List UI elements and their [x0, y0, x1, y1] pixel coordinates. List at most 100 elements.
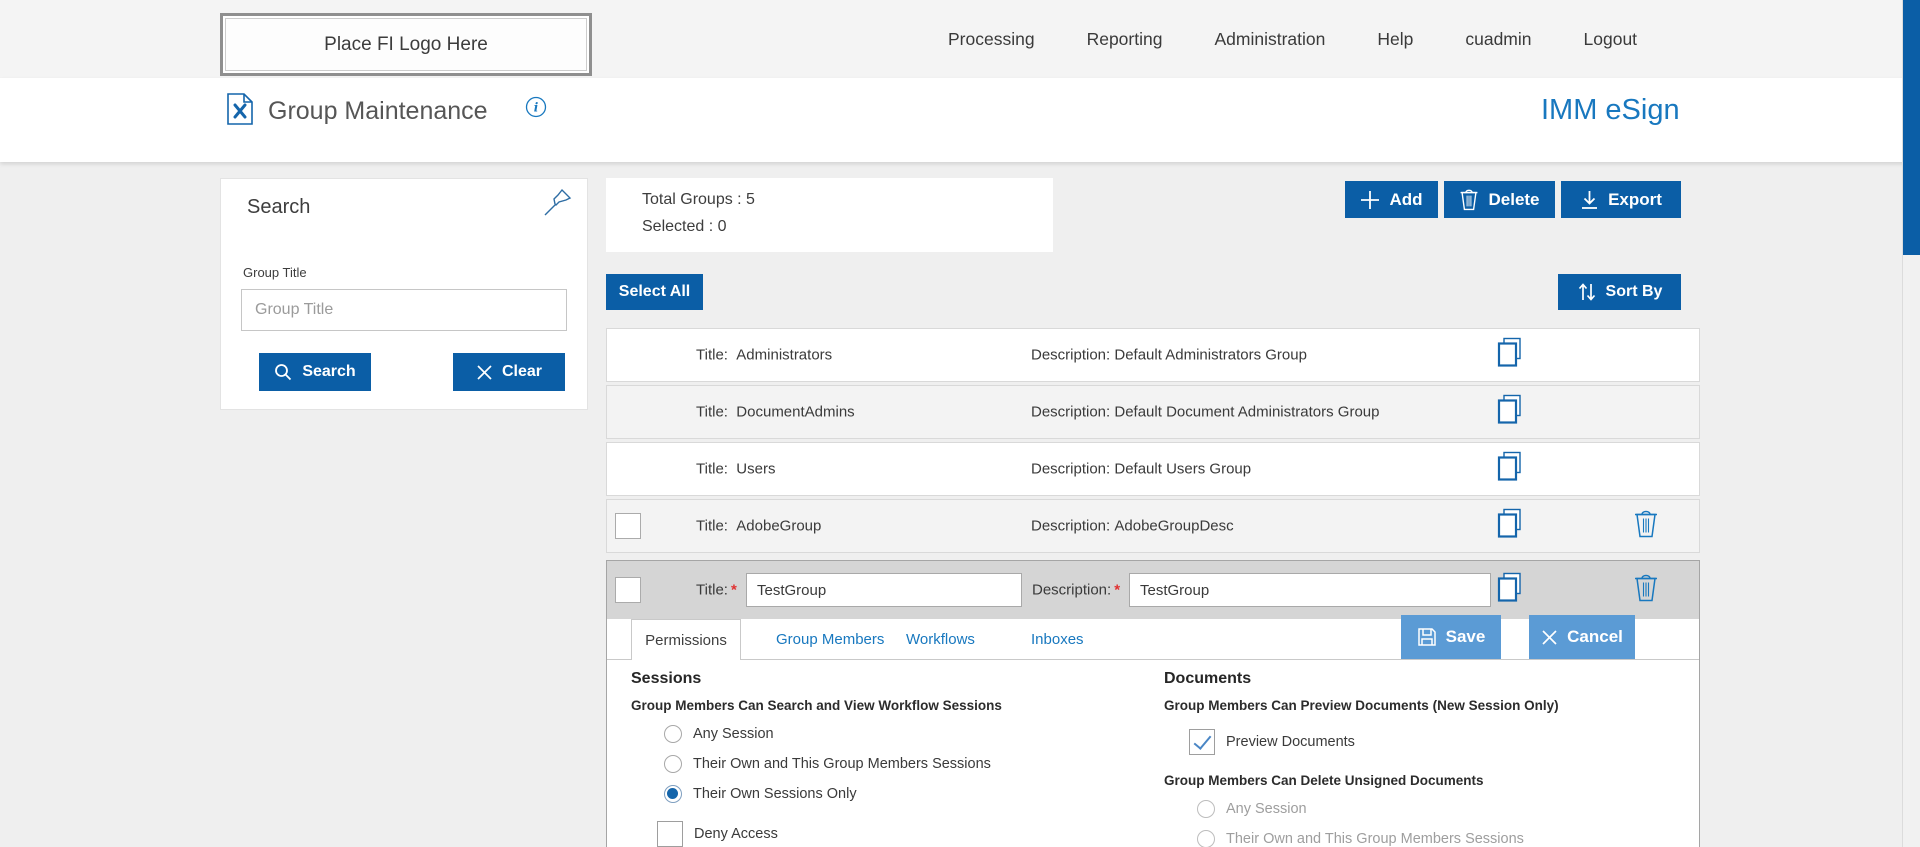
editor-description-input[interactable]	[1129, 573, 1491, 607]
radio-label: Any Session	[693, 726, 774, 742]
group-title-label: Group Title	[243, 265, 307, 280]
tab-workflows[interactable]: Workflows	[906, 619, 975, 660]
nav-reporting[interactable]: Reporting	[1087, 29, 1163, 50]
copy-group-icon[interactable]	[1495, 451, 1525, 488]
page-title: Group Maintenance	[268, 97, 488, 126]
radio-delete-any-session[interactable]	[1197, 800, 1215, 818]
scrollbar-thumb[interactable]	[1903, 0, 1920, 255]
tab-permissions[interactable]: Permissions	[631, 619, 741, 661]
close-icon	[1541, 629, 1558, 646]
row-desc-value: AdobeGroupDesc	[1114, 518, 1233, 535]
preview-documents-question: Group Members Can Preview Documents (New…	[1164, 698, 1684, 713]
selected-count: Selected : 0	[642, 218, 1053, 236]
download-icon	[1580, 190, 1599, 210]
search-icon	[274, 363, 293, 382]
row-title-value: Administrators	[736, 347, 832, 364]
brand-imm-esign: IMM eSign	[1541, 94, 1680, 127]
editor-tabstrip: Permissions Group Members Workflows Inbo…	[607, 619, 1699, 660]
save-button[interactable]: Save	[1401, 615, 1501, 659]
select-all-button[interactable]: Select All	[606, 274, 703, 310]
row-title-label: Title:	[696, 347, 728, 364]
copy-group-icon[interactable]	[1495, 337, 1525, 374]
sort-by-button[interactable]: Sort By	[1558, 274, 1681, 310]
row-title-value: DocumentAdmins	[736, 404, 854, 421]
nav-administration[interactable]: Administration	[1214, 29, 1325, 50]
row-desc-label: Description:	[1031, 518, 1110, 535]
preview-documents-label: Preview Documents	[1226, 734, 1355, 750]
preview-documents-checkbox[interactable]	[1189, 729, 1215, 755]
row-checkbox[interactable]	[615, 513, 641, 539]
radio-label: Any Session	[1226, 801, 1307, 817]
plus-icon	[1360, 190, 1380, 210]
vertical-scrollbar[interactable]	[1902, 0, 1920, 847]
add-button[interactable]: Add	[1345, 181, 1438, 218]
nav-help[interactable]: Help	[1377, 29, 1413, 50]
row-title-label: Title:	[696, 404, 728, 421]
group-row-users[interactable]: Title: Users Description: Default Users …	[606, 442, 1700, 496]
total-groups-count: Total Groups : 5	[642, 191, 1053, 209]
search-panel: Search Group Title Search Clear	[220, 178, 588, 410]
clear-button[interactable]: Clear	[453, 353, 565, 391]
export-button[interactable]: Export	[1561, 181, 1681, 218]
radio-label: Their Own and This Group Members Session…	[1226, 831, 1524, 847]
editor-title-input[interactable]	[746, 573, 1022, 607]
search-panel-title: Search	[247, 196, 310, 219]
groups-summary: Total Groups : 5 Selected : 0	[606, 178, 1053, 252]
row-desc-label: Description:	[1031, 461, 1110, 478]
info-icon[interactable]: i	[525, 96, 547, 123]
sessions-question: Group Members Can Search and View Workfl…	[631, 698, 1151, 713]
group-row-documentadmins[interactable]: Title: DocumentAdmins Description: Defau…	[606, 385, 1700, 439]
row-desc-label: Description:	[1031, 347, 1110, 364]
main-nav: Processing Reporting Administration Help…	[948, 0, 1637, 78]
radio-delete-own-and-group[interactable]	[1197, 830, 1215, 847]
fi-logo-placeholder: Place FI Logo Here	[220, 13, 592, 76]
radio-own-and-group-sessions[interactable]	[664, 755, 682, 773]
fi-logo-text: Place FI Logo Here	[324, 34, 488, 56]
delete-group-icon[interactable]	[1633, 573, 1659, 608]
svg-text:i: i	[534, 101, 539, 115]
search-button[interactable]: Search	[259, 353, 371, 391]
group-maintenance-icon	[226, 92, 254, 131]
editor-description-label: Description:	[1032, 582, 1111, 599]
permissions-panel: Sessions Group Members Can Search and Vi…	[607, 660, 1699, 847]
documents-section: Documents Group Members Can Preview Docu…	[1164, 660, 1684, 847]
row-title-label: Title:	[696, 461, 728, 478]
sort-icon	[1577, 282, 1597, 302]
deny-access-checkbox[interactable]	[657, 821, 683, 847]
radio-any-session[interactable]	[664, 725, 682, 743]
trash-icon	[1459, 188, 1479, 211]
deny-access-label: Deny Access	[694, 826, 778, 842]
required-marker: *	[731, 582, 737, 599]
group-editor-row: Title:* Description:*	[607, 561, 1699, 619]
row-desc-label: Description:	[1031, 404, 1110, 421]
nav-user-cuadmin[interactable]: cuadmin	[1465, 29, 1531, 50]
copy-group-icon[interactable]	[1495, 394, 1525, 431]
nav-processing[interactable]: Processing	[948, 29, 1035, 50]
tab-inboxes[interactable]: Inboxes	[1031, 619, 1084, 660]
pin-icon[interactable]	[541, 187, 573, 224]
radio-own-sessions-only[interactable]	[664, 785, 682, 803]
sessions-heading: Sessions	[631, 670, 1151, 688]
documents-heading: Documents	[1164, 670, 1684, 688]
delete-button[interactable]: Delete	[1444, 181, 1555, 218]
group-maintenance-page: Place FI Logo Here Processing Reporting …	[0, 0, 1920, 847]
copy-group-icon[interactable]	[1495, 508, 1525, 545]
row-desc-value: Default Document Administrators Group	[1114, 404, 1379, 421]
tab-group-members[interactable]: Group Members	[776, 619, 884, 660]
group-title-input[interactable]	[241, 289, 567, 331]
row-title-label: Title:	[696, 518, 728, 535]
delete-group-icon[interactable]	[1633, 509, 1659, 544]
row-desc-value: Default Users Group	[1114, 461, 1251, 478]
group-row-administrators[interactable]: Title: Administrators Description: Defau…	[606, 328, 1700, 382]
row-checkbox[interactable]	[615, 577, 641, 603]
nav-logout[interactable]: Logout	[1584, 29, 1638, 50]
delete-unsigned-question: Group Members Can Delete Unsigned Docume…	[1164, 773, 1684, 788]
cancel-button[interactable]: Cancel	[1529, 615, 1635, 659]
save-icon	[1417, 627, 1437, 647]
copy-group-icon[interactable]	[1495, 572, 1525, 609]
radio-label: Their Own Sessions Only	[693, 786, 857, 802]
top-bar: Place FI Logo Here Processing Reporting …	[0, 0, 1920, 78]
editor-title-label: Title:	[696, 582, 728, 599]
required-marker: *	[1114, 582, 1120, 599]
group-row-adobegroup[interactable]: Title: AdobeGroup Description: AdobeGrou…	[606, 499, 1700, 553]
